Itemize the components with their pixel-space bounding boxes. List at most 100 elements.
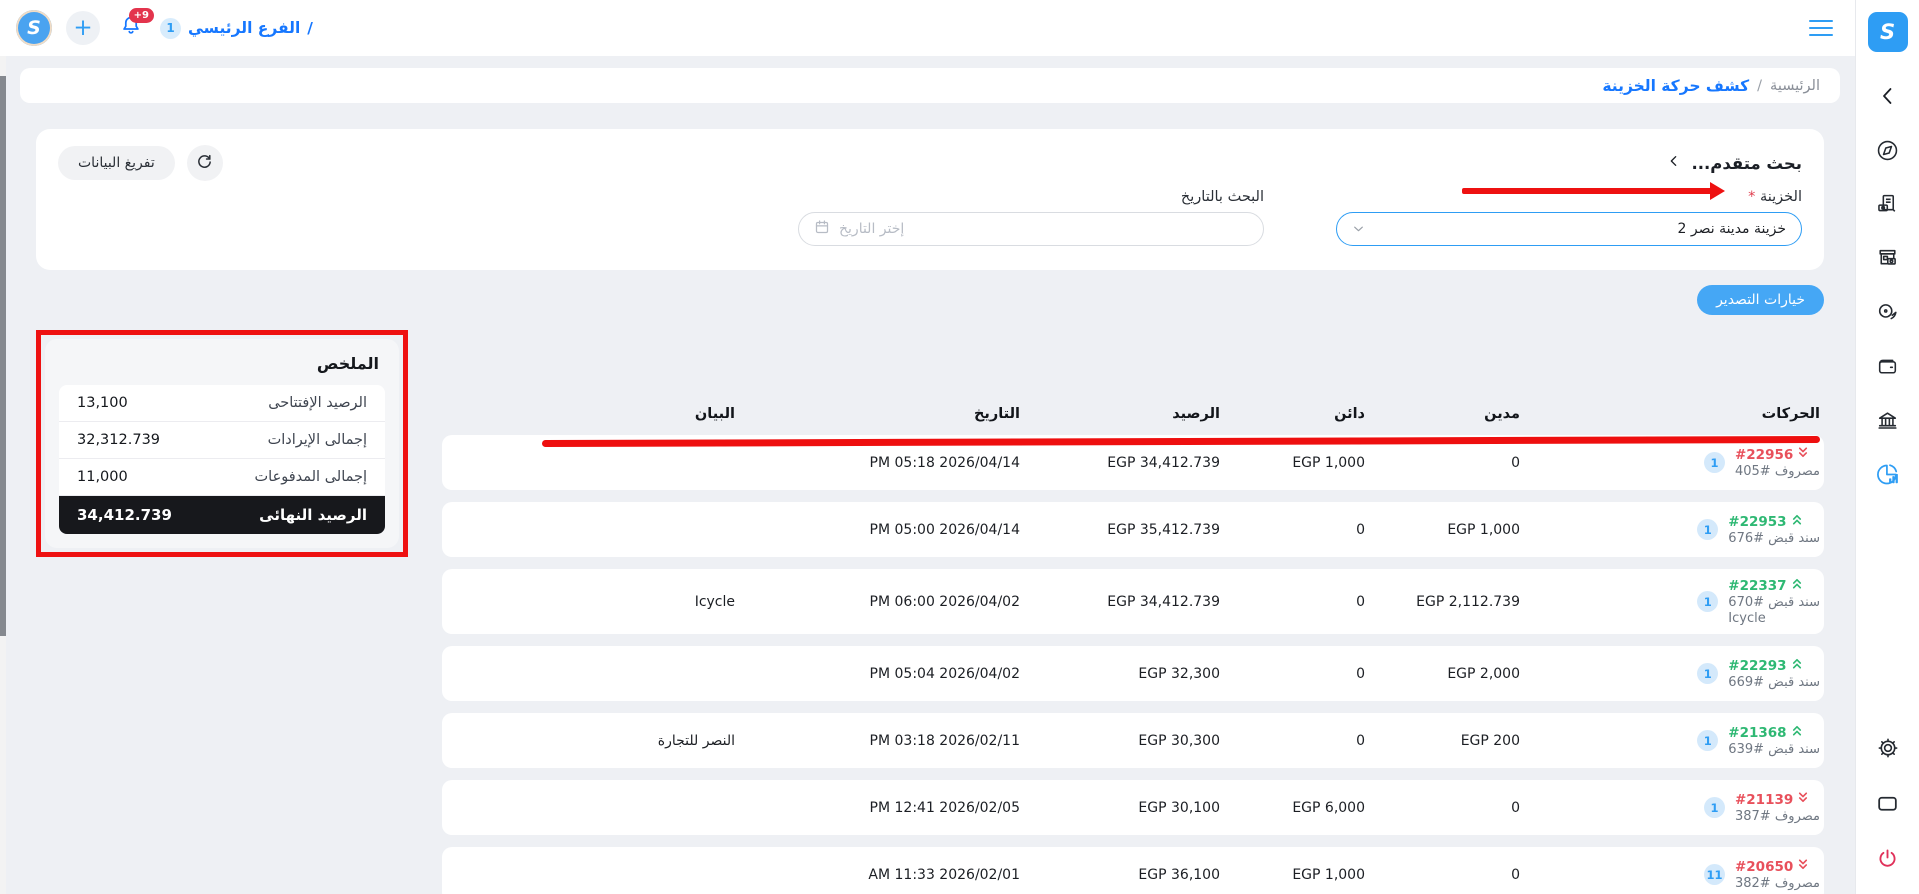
debit-cell: EGP 2,000 xyxy=(1447,665,1520,682)
menu-hamburger-icon[interactable] xyxy=(1805,16,1837,41)
movement-cell: #22337 سند قبض #670 Icycle 1 xyxy=(1520,577,1820,626)
summary-row: إجمالى الإيرادات 32,312.739 xyxy=(59,422,385,459)
date-cell: PM 03:18 2026/02/11 xyxy=(735,733,1020,749)
balance-cell: EGP 30,100 xyxy=(1138,799,1220,816)
movement-id[interactable]: #21139 xyxy=(1735,792,1793,808)
wallet-icon[interactable] xyxy=(1874,352,1902,380)
movement-id[interactable]: #22956 xyxy=(1735,447,1793,463)
current-branch[interactable]: 1 الفرع الرئيسي / xyxy=(160,17,313,39)
breadcrumb-home-link[interactable]: الرئيسية xyxy=(1770,78,1820,94)
movement-type: سند قبض #669 xyxy=(1728,675,1820,690)
required-asterisk: * xyxy=(1748,189,1756,205)
movement-count-badge: 1 xyxy=(1697,730,1719,751)
summary-row-label: الرصيد النهائى xyxy=(259,506,367,524)
bank-icon[interactable] xyxy=(1874,406,1902,434)
summary-row-value: 34,412.739 xyxy=(77,506,172,524)
trend-up-icon xyxy=(1791,577,1803,594)
main-content: الرئيسية / كشف حركة الخزينة بحث متقدم... xyxy=(6,56,1854,894)
movement-id-line: #20650 xyxy=(1735,858,1809,875)
movement-id[interactable]: #22953 xyxy=(1728,514,1786,530)
sidebar-logo-icon[interactable]: S xyxy=(1867,12,1908,52)
movement-cell: #21368 سند قبض #639 1 xyxy=(1520,724,1820,757)
advanced-search-panel: بحث متقدم... تفريغ البيانات الخزينة * خز… xyxy=(36,129,1824,270)
table-row[interactable]: #21139 مصروف #387 1 0 EGP 6,000 EGP 30,100 PM … xyxy=(442,780,1824,835)
movement-type: مصروف #405 xyxy=(1734,464,1820,479)
topbar: S + +9 1 الفرع الرئيسي / xyxy=(0,0,1855,56)
annotation-red-arrow xyxy=(1462,181,1725,200)
table-row[interactable]: #20650 مصروف #382 11 0 EGP 1,000 EGP 36,100 AM… xyxy=(442,847,1824,894)
annotation-red-box: الملخص الرصيد الإفتتاحى 13,100 إجمالى الإي… xyxy=(36,330,408,557)
movement-count-badge: 1 xyxy=(1703,797,1725,818)
treasury-select[interactable]: خزينة مدينة نصر 2 xyxy=(1336,212,1802,246)
date-cell: AM 11:33 2026/02/01 xyxy=(735,867,1020,883)
balance-cell: EGP 34,412.739 xyxy=(1107,454,1220,471)
trend-down-icon xyxy=(1797,446,1809,463)
table-row[interactable]: #21368 سند قبض #639 1 EGP 200 0 EGP 30,300 PM … xyxy=(442,713,1824,768)
trend-up-icon xyxy=(1791,724,1803,741)
date-value: PM 12:41 2026/02/05 xyxy=(869,799,1020,816)
movement-id[interactable]: #21368 xyxy=(1728,725,1786,741)
movement-type: سند قبض #670 xyxy=(1728,595,1820,610)
table-header-cell: الحركات xyxy=(1761,406,1820,422)
credit-cell: 0 xyxy=(1356,521,1365,538)
movement-extra: Icycle xyxy=(1728,611,1766,626)
balance-cell: EGP 34,412.739 xyxy=(1107,593,1220,610)
movement-id[interactable]: #22337 xyxy=(1728,578,1786,594)
movement-cell: #21139 مصروف #387 1 xyxy=(1520,791,1820,824)
summary-row-value: 11,000 xyxy=(77,469,128,485)
page-scrollbar-thumb[interactable] xyxy=(0,76,6,636)
date-cell: PM 05:00 2026/04/14 xyxy=(735,522,1020,538)
date-value: PM 03:18 2026/02/11 xyxy=(869,732,1020,749)
balance-cell: EGP 30,300 xyxy=(1138,732,1220,749)
movement-cell: #20650 مصروف #382 11 xyxy=(1520,858,1820,891)
movement-id-line: #22956 xyxy=(1735,446,1809,463)
date-value: PM 05:00 2026/04/14 xyxy=(869,521,1020,538)
compass-dashboard-icon[interactable] xyxy=(1874,136,1902,164)
movement-lines: #20650 مصروف #382 xyxy=(1735,858,1820,892)
table-row[interactable]: #22953 سند قبض #676 1 EGP 1,000 0 EGP 35,412.… xyxy=(442,502,1824,557)
credit-cell: 0 xyxy=(1356,732,1365,749)
reports-pie-icon[interactable] xyxy=(1874,460,1902,488)
quick-add-button[interactable]: + xyxy=(66,11,100,45)
table-header-row: الحركات مدين دائن الرصيد التاريخ البيان xyxy=(442,393,1824,435)
movement-id-line: #21139 xyxy=(1735,791,1809,808)
calendar-icon xyxy=(814,219,830,239)
date-value: PM 06:00 2026/04/02 xyxy=(869,593,1020,610)
page-scrollbar[interactable] xyxy=(0,56,6,894)
debit-cell: EGP 2,112.739 xyxy=(1416,593,1520,610)
advanced-search-toggle[interactable]: بحث متقدم... xyxy=(1666,153,1802,173)
movement-lines: #22337 سند قبض #670 Icycle xyxy=(1728,577,1820,627)
chevron-collapse-icon[interactable] xyxy=(1874,82,1902,110)
treasury-selected-value: خزينة مدينة نصر 2 xyxy=(1677,221,1786,237)
movement-count-badge: 1 xyxy=(1697,663,1719,684)
settings-gear-icon[interactable] xyxy=(1874,734,1902,762)
movement-cell: #22293 سند قبض #669 1 xyxy=(1520,657,1820,690)
clear-data-button[interactable]: تفريغ البيانات xyxy=(58,146,175,180)
table-header-cell: الرصيد xyxy=(1172,406,1220,422)
note-cell: Icycle xyxy=(694,593,735,610)
refresh-button[interactable] xyxy=(186,145,223,181)
movement-count-badge: 1 xyxy=(1697,519,1719,540)
date-picker-input[interactable]: إختر التاريخ xyxy=(798,212,1264,246)
date-cell: PM 12:41 2026/02/05 xyxy=(735,800,1020,816)
table-row[interactable]: #22293 سند قبض #669 1 EGP 2,000 0 EGP 32,300 P… xyxy=(442,646,1824,701)
movement-id[interactable]: #20650 xyxy=(1735,859,1793,875)
date-cell: PM 05:18 2026/04/14 xyxy=(735,455,1020,471)
date-search-label: البحث بالتاريخ xyxy=(1180,189,1264,205)
table-row[interactable]: #22337 سند قبض #670 Icycle 1 EGP 2,112.739 0 E… xyxy=(442,569,1824,634)
export-options-button[interactable]: خيارات التصدير xyxy=(1697,285,1824,315)
store-money-icon[interactable] xyxy=(1874,244,1902,272)
breadcrumb: الرئيسية / كشف حركة الخزينة xyxy=(20,68,1840,103)
app-logo-icon[interactable]: S xyxy=(16,10,52,46)
receipt-money-icon[interactable] xyxy=(1874,190,1902,218)
window-icon[interactable] xyxy=(1874,789,1902,817)
notifications-count-badge: +9 xyxy=(128,8,154,23)
movement-id[interactable]: #22293 xyxy=(1728,658,1786,674)
treasury-field: الخزينة * خزينة مدينة نصر 2 xyxy=(1336,189,1802,246)
notifications-button[interactable]: +9 xyxy=(116,8,154,43)
summary-final-row: الرصيد النهائى 34,412.739 xyxy=(59,496,385,534)
trend-up-icon xyxy=(1791,657,1803,674)
petty-cash-icon[interactable] xyxy=(1874,298,1902,326)
table-header-cell: مدين xyxy=(1484,406,1520,422)
power-logout-icon[interactable] xyxy=(1874,844,1902,872)
